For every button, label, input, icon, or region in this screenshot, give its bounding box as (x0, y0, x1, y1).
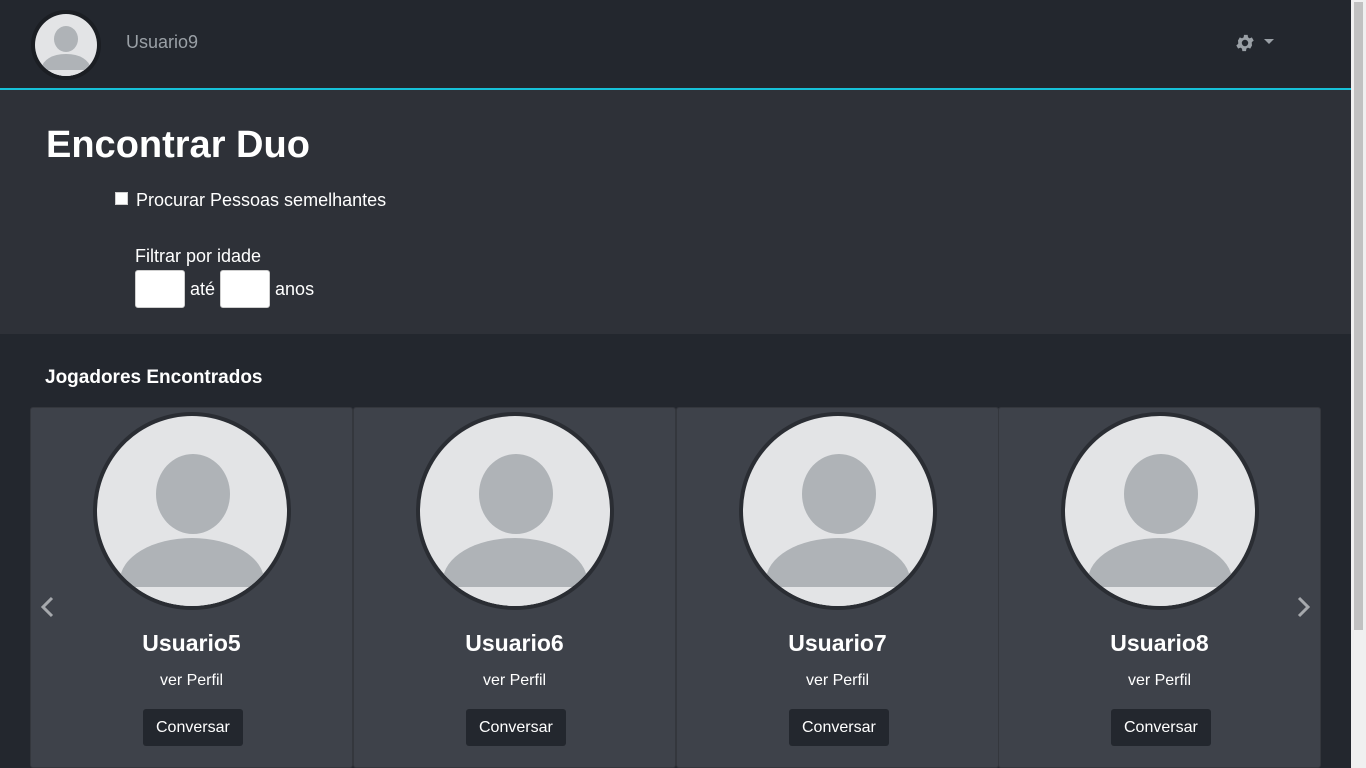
chat-button[interactable]: Conversar (1111, 709, 1211, 746)
chat-button[interactable]: Conversar (466, 709, 566, 746)
current-username[interactable]: Usuario9 (126, 32, 198, 53)
player-avatar (739, 412, 937, 610)
page: Usuario9 Encontrar Duo Procurar Pessoas … (0, 0, 1351, 768)
age-to-input[interactable] (220, 270, 271, 308)
player-name: Usuario6 (465, 630, 564, 656)
similar-people-option: Procurar Pessoas semelhantes (115, 190, 386, 211)
avatar-placeholder-icon (1065, 416, 1255, 606)
scrollbar-thumb[interactable] (1354, 2, 1363, 630)
players-carousel: Usuario5 ver Perfil Conversar Usuario6 v… (30, 407, 1321, 768)
view-profile-link[interactable]: ver Perfil (999, 672, 1320, 690)
player-avatar (1061, 412, 1259, 610)
player-name: Usuario5 (142, 630, 241, 656)
view-profile-link[interactable]: ver Perfil (354, 672, 675, 690)
player-name: Usuario7 (788, 630, 887, 656)
chat-button[interactable]: Conversar (143, 709, 243, 746)
age-from-input[interactable] (135, 270, 185, 308)
user-avatar[interactable] (31, 10, 101, 80)
avatar-placeholder-icon (97, 416, 287, 606)
age-filter-label: Filtrar por idade (135, 246, 262, 266)
settings-dropdown-button[interactable] (1234, 30, 1280, 56)
filter-section: Encontrar Duo Procurar Pessoas semelhant… (0, 90, 1351, 334)
gear-icon (1236, 34, 1254, 52)
chevron-left-icon[interactable] (37, 595, 59, 619)
chat-button[interactable]: Conversar (789, 709, 889, 746)
view-profile-link[interactable]: ver Perfil (677, 672, 998, 690)
results-title: Jogadores Encontrados (45, 367, 263, 388)
age-filter-row: até anos (135, 270, 319, 308)
similar-people-checkbox[interactable] (115, 192, 128, 205)
player-avatar (416, 412, 614, 610)
player-card: Usuario5 ver Perfil Conversar (30, 407, 353, 768)
player-card: Usuario6 ver Perfil Conversar (353, 407, 676, 768)
chevron-down-icon (1264, 39, 1274, 44)
similar-people-label[interactable]: Procurar Pessoas semelhantes (136, 190, 386, 211)
age-to-label: até (190, 278, 216, 299)
view-profile-link[interactable]: ver Perfil (31, 672, 352, 690)
page-scrollbar[interactable] (1351, 0, 1366, 768)
player-card: Usuario7 ver Perfil Conversar (676, 407, 999, 768)
age-unit-label: anos (275, 278, 315, 299)
player-card: Usuario8 ver Perfil Conversar (998, 407, 1321, 768)
navbar: Usuario9 (0, 0, 1351, 90)
avatar-placeholder-icon (743, 416, 933, 606)
player-name: Usuario8 (1110, 630, 1209, 656)
chevron-right-icon[interactable] (1292, 595, 1314, 619)
player-avatar (93, 412, 291, 610)
avatar-placeholder-icon (420, 416, 610, 606)
page-title: Encontrar Duo (46, 124, 310, 166)
avatar-placeholder-icon (35, 14, 97, 76)
